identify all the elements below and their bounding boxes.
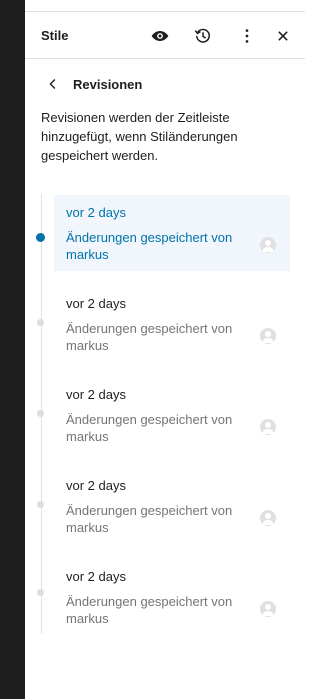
user-avatar-icon [262,422,274,434]
style-book-button[interactable] [148,24,172,48]
revisions-navigation: Revisionen [41,72,142,96]
avatar [260,510,276,526]
timeline-dot [37,319,44,326]
close-icon [278,31,288,41]
user-avatar-icon [262,604,274,616]
sidebar-header: Stile [25,11,305,59]
timeline-dot [37,501,44,508]
avatar [260,419,276,435]
revision-message: Änderungen gespeichert von markus [66,503,233,535]
eye-icon [151,31,169,41]
revision-time: vor 2 days [66,205,126,220]
chevron-left-icon [49,79,56,89]
back-button[interactable] [41,72,65,96]
revision-message: Änderungen gespeichert von markus [66,321,233,353]
avatar [260,328,276,344]
revision-item[interactable]: vor 2 days Änderungen gespeichert von ma… [36,195,290,271]
avatar [260,601,276,617]
more-vertical-icon [245,29,249,43]
timeline-dot [36,233,45,242]
revision-item[interactable]: vor 2 days Änderungen gespeichert von ma… [37,286,290,362]
editor-canvas-edge [0,0,25,699]
more-options-button[interactable] [235,24,259,48]
user-avatar-icon [262,331,274,343]
user-avatar-icon [262,240,274,252]
revision-item[interactable]: vor 2 days Änderungen gespeichert von ma… [37,559,290,635]
revision-time: vor 2 days [66,296,126,311]
revision-time: vor 2 days [66,569,126,584]
revision-message: Änderungen gespeichert von markus [66,230,233,262]
revision-time: vor 2 days [66,478,126,493]
styles-sidebar: Stile Revisionen Revisionen werden der Z… [25,0,305,699]
revisions-button[interactable] [191,24,215,48]
timeline-dot [37,589,44,596]
revisions-title: Revisionen [73,76,143,92]
revision-message: Änderungen gespeichert von markus [66,594,233,626]
avatar [260,237,276,253]
revision-time: vor 2 days [66,387,126,402]
revision-item[interactable]: vor 2 days Änderungen gespeichert von ma… [37,377,290,453]
history-icon [194,28,210,43]
user-avatar-icon [262,513,274,525]
close-sidebar-button[interactable] [271,24,295,48]
sidebar-title: Stile [41,28,69,43]
revisions-description: Revisionen werden der Zeitleiste hinzuge… [41,110,238,163]
timeline-dot [37,410,44,417]
revision-item[interactable]: vor 2 days Änderungen gespeichert von ma… [37,468,290,544]
revision-message: Änderungen gespeichert von markus [66,412,233,444]
